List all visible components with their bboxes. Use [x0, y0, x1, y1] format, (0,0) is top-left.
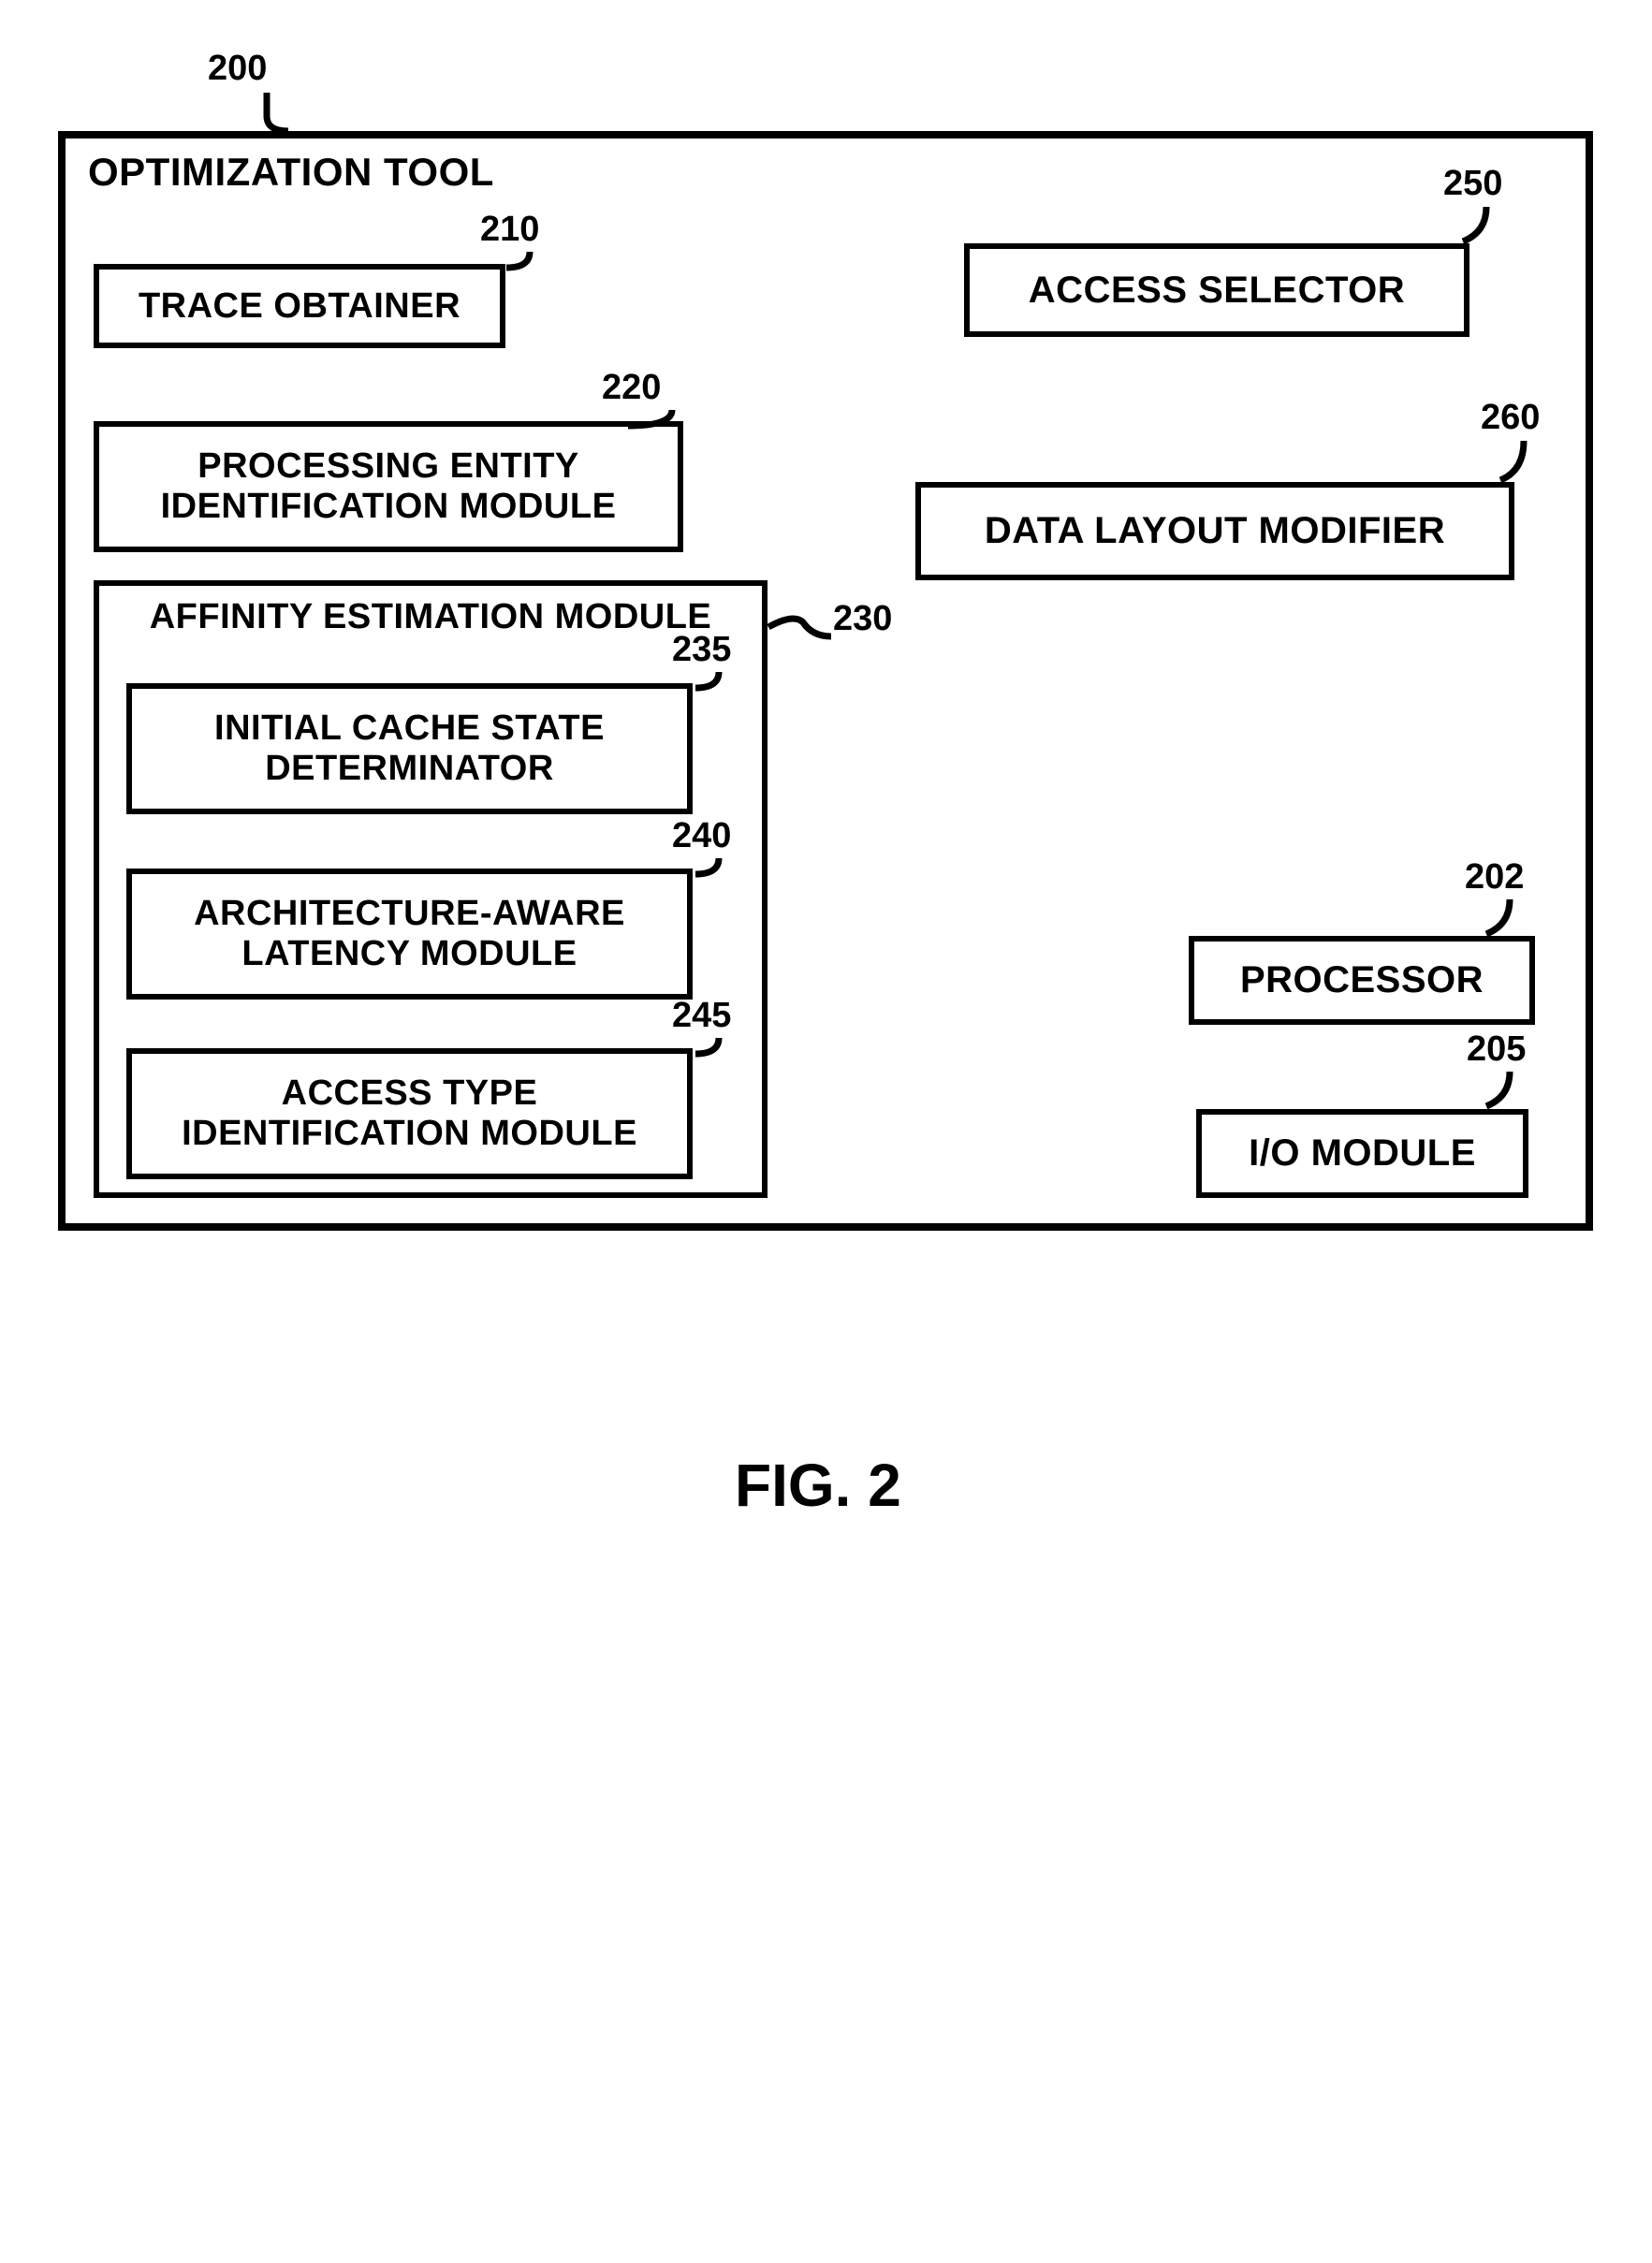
arch-latency-label: ARCHITECTURE-AWARELATENCY MODULE [194, 894, 625, 973]
trace-obtainer-box: TRACE OBTAINER [94, 264, 505, 348]
access-selector-label: ACCESS SELECTOR [1029, 270, 1405, 312]
leader-220 [625, 407, 691, 433]
ref-num-210: 210 [480, 210, 539, 250]
processing-entity-label: PROCESSING ENTITYIDENTIFICATION MODULE [161, 446, 617, 526]
ref-num-245: 245 [672, 996, 731, 1036]
leader-202 [1484, 897, 1535, 943]
outer-title: OPTIMIZATION TOOL [88, 150, 494, 195]
ref-num-220: 220 [602, 368, 661, 408]
leader-200 [262, 90, 318, 137]
ref-num-260: 260 [1481, 398, 1540, 438]
leader-230 [766, 618, 841, 655]
ref-num-205: 205 [1467, 1029, 1526, 1070]
ref-num-230: 230 [833, 599, 892, 639]
leader-240 [693, 855, 739, 882]
ref-num-250: 250 [1443, 164, 1502, 204]
leader-260 [1498, 438, 1549, 489]
access-selector-box: ACCESS SELECTOR [964, 243, 1469, 337]
leader-210 [504, 249, 550, 277]
leader-245 [693, 1035, 739, 1061]
data-layout-label: DATA LAYOUT MODIFIER [985, 510, 1445, 552]
access-type-label: ACCESS TYPEIDENTIFICATION MODULE [182, 1073, 637, 1153]
arch-latency-box: ARCHITECTURE-AWARELATENCY MODULE [126, 869, 693, 1000]
access-type-box: ACCESS TYPEIDENTIFICATION MODULE [126, 1048, 693, 1179]
affinity-estimation-title: AFFINITY ESTIMATION MODULE [99, 597, 762, 637]
diagram-canvas: FIG. 2 200 OPTIMIZATION TOOL TRACE OBTAI… [0, 0, 1652, 2263]
leader-205 [1484, 1069, 1535, 1116]
leader-235 [693, 669, 739, 695]
processor-box: PROCESSOR [1189, 936, 1535, 1025]
trace-obtainer-label: TRACE OBTAINER [139, 286, 461, 327]
figure-caption: FIG. 2 [735, 1451, 901, 1520]
leader-250 [1460, 204, 1512, 251]
processor-label: PROCESSOR [1240, 959, 1484, 1001]
ref-num-240: 240 [672, 816, 731, 856]
ref-num-200: 200 [208, 49, 267, 89]
io-module-box: I/O MODULE [1196, 1109, 1528, 1198]
ref-num-202: 202 [1465, 857, 1524, 898]
cache-state-box: INITIAL CACHE STATEDETERMINATOR [126, 683, 693, 814]
ref-num-235: 235 [672, 630, 731, 670]
cache-state-label: INITIAL CACHE STATEDETERMINATOR [214, 708, 605, 788]
processing-entity-box: PROCESSING ENTITYIDENTIFICATION MODULE [94, 421, 683, 552]
data-layout-box: DATA LAYOUT MODIFIER [915, 482, 1514, 580]
io-module-label: I/O MODULE [1249, 1132, 1476, 1175]
